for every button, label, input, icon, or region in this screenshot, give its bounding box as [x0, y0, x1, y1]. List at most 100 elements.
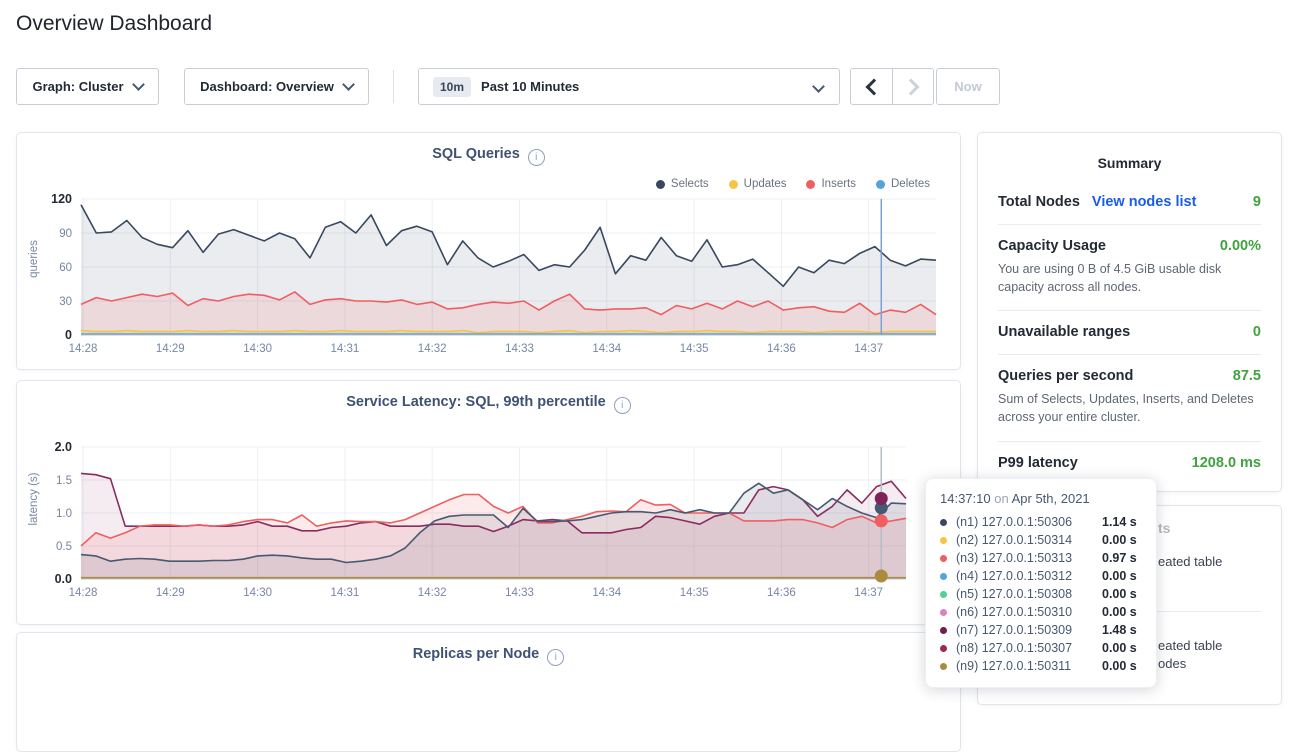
- tooltip-node-row: (n4) 127.0.0.1:503120.00 s: [940, 567, 1142, 585]
- svg-text:14:31: 14:31: [331, 343, 360, 355]
- event-item[interactable]: odes: [1158, 656, 1186, 671]
- summary-row-p99: P99 latency 1208.0 ms: [998, 442, 1261, 471]
- svg-text:14:32: 14:32: [418, 343, 447, 355]
- replicas-per-node-card: Replicas per Node i: [16, 632, 961, 752]
- dashboard-dropdown-label: Dashboard: Overview: [200, 79, 334, 94]
- tooltip-on: on: [994, 491, 1008, 506]
- tooltip-timestamp: 14:37:10 on Apr 5th, 2021: [940, 491, 1142, 506]
- svg-text:0.0: 0.0: [55, 572, 72, 586]
- service-latency-chart[interactable]: 14:2814:2914:3014:3114:3214:3314:3414:35…: [17, 381, 962, 626]
- node-color-dot-icon: [940, 555, 947, 562]
- time-nav-group: [850, 68, 934, 105]
- summary-row-qps: Queries per second 87.5: [998, 355, 1261, 384]
- svg-text:14:30: 14:30: [243, 587, 272, 599]
- node-address: (n9) 127.0.0.1:50311: [956, 659, 1102, 673]
- toolbar-divider: [393, 70, 394, 103]
- capacity-label: Capacity Usage: [998, 238, 1106, 254]
- event-item[interactable]: eated table: [1158, 554, 1222, 569]
- tooltip-node-row: (n3) 127.0.0.1:503130.97 s: [940, 549, 1142, 567]
- chart-hover-tooltip: 14:37:10 on Apr 5th, 2021 (n1) 127.0.0.1…: [925, 478, 1157, 688]
- capacity-value: 0.00%: [1220, 238, 1261, 254]
- now-button[interactable]: Now: [936, 68, 1000, 105]
- tooltip-node-row: (n5) 127.0.0.1:503080.00 s: [940, 585, 1142, 603]
- node-latency-value: 0.00 s: [1102, 641, 1137, 655]
- svg-text:120: 120: [51, 192, 72, 206]
- service-latency-card: Service Latency: SQL, 99th percentilei l…: [16, 380, 961, 625]
- time-back-button[interactable]: [851, 69, 892, 104]
- unavailable-ranges-label: Unavailable ranges: [998, 324, 1130, 340]
- qps-label: Queries per second: [998, 368, 1133, 384]
- event-item[interactable]: eated table: [1158, 638, 1222, 653]
- qps-value: 87.5: [1233, 368, 1261, 384]
- now-button-label: Now: [954, 79, 981, 94]
- node-latency-value: 1.48 s: [1102, 623, 1137, 637]
- node-latency-value: 0.00 s: [1102, 533, 1137, 547]
- qps-desc: Sum of Selects, Updates, Inserts, and De…: [998, 390, 1261, 426]
- svg-text:2.0: 2.0: [55, 440, 72, 454]
- page-title: Overview Dashboard: [16, 12, 212, 36]
- time-range-dropdown[interactable]: 10m Past 10 Minutes: [418, 68, 840, 105]
- svg-text:14:35: 14:35: [680, 343, 709, 355]
- svg-text:14:35: 14:35: [680, 587, 709, 599]
- summary-row-capacity: Capacity Usage 0.00%: [998, 225, 1261, 254]
- info-icon[interactable]: i: [547, 649, 564, 666]
- node-color-dot-icon: [940, 645, 947, 652]
- chevron-left-icon: [865, 78, 882, 95]
- node-latency-value: 0.00 s: [1102, 587, 1137, 601]
- tooltip-node-row: (n6) 127.0.0.1:503100.00 s: [940, 603, 1142, 621]
- time-forward-button[interactable]: [892, 69, 933, 104]
- summary-title: Summary: [998, 155, 1261, 171]
- node-latency-value: 0.00 s: [1102, 659, 1137, 673]
- total-nodes-label: Total Nodes: [998, 194, 1080, 210]
- svg-text:14:34: 14:34: [592, 587, 621, 599]
- tooltip-node-row: (n7) 127.0.0.1:503091.48 s: [940, 621, 1142, 639]
- chevron-down-icon: [342, 78, 355, 91]
- summary-row-unavailable-ranges: Unavailable ranges 0: [998, 311, 1261, 340]
- p99-label: P99 latency: [998, 455, 1078, 471]
- capacity-desc: You are using 0 B of 4.5 GiB usable disk…: [998, 260, 1261, 296]
- chevron-down-icon: [812, 80, 825, 93]
- node-latency-value: 0.97 s: [1102, 551, 1137, 565]
- dashboard-dropdown[interactable]: Dashboard: Overview: [184, 68, 369, 105]
- node-address: (n4) 127.0.0.1:50312: [956, 569, 1102, 583]
- tooltip-node-row: (n1) 127.0.0.1:503061.14 s: [940, 513, 1142, 531]
- svg-text:1.5: 1.5: [56, 475, 72, 487]
- svg-text:1.0: 1.0: [56, 508, 72, 520]
- node-latency-value: 0.00 s: [1102, 605, 1137, 619]
- p99-value: 1208.0 ms: [1192, 455, 1261, 471]
- graph-dropdown[interactable]: Graph: Cluster: [16, 68, 159, 105]
- svg-text:14:32: 14:32: [418, 587, 447, 599]
- summary-card: Summary Total Nodes View nodes list 9 Ca…: [977, 132, 1282, 492]
- chart-title-text: Replicas per Node: [413, 646, 540, 662]
- svg-text:0.5: 0.5: [56, 541, 72, 553]
- sql-queries-chart[interactable]: 14:28 14:29 14:30 14:31 14:32 14:33 14:34 14:35…: [17, 133, 962, 371]
- node-address: (n2) 127.0.0.1:50314: [956, 533, 1102, 547]
- chevron-down-icon: [132, 78, 145, 91]
- svg-text:14:37: 14:37: [854, 343, 883, 355]
- events-heading-fragment: ts: [1158, 520, 1170, 536]
- time-range-badge: 10m: [433, 77, 471, 97]
- svg-text:14:29: 14:29: [156, 587, 185, 599]
- svg-text:14:31: 14:31: [331, 587, 360, 599]
- tooltip-date: Apr 5th, 2021: [1012, 491, 1090, 506]
- svg-text:14:28: 14:28: [69, 343, 98, 355]
- svg-text:14:30: 14:30: [243, 343, 272, 355]
- node-address: (n5) 127.0.0.1:50308: [956, 587, 1102, 601]
- node-address: (n6) 127.0.0.1:50310: [956, 605, 1102, 619]
- total-nodes-value: 9: [1253, 194, 1261, 210]
- node-color-dot-icon: [940, 609, 947, 616]
- svg-text:14:34: 14:34: [592, 343, 621, 355]
- svg-text:60: 60: [59, 262, 72, 274]
- sql-queries-card: SQL Queriesi SelectsUpdatesInsertsDelete…: [16, 132, 961, 370]
- node-address: (n7) 127.0.0.1:50309: [956, 623, 1102, 637]
- node-latency-value: 1.14 s: [1102, 515, 1137, 529]
- svg-text:14:33: 14:33: [505, 343, 534, 355]
- view-nodes-list-link[interactable]: View nodes list: [1092, 194, 1197, 210]
- tooltip-node-row: (n9) 127.0.0.1:503110.00 s: [940, 657, 1142, 675]
- node-color-dot-icon: [940, 591, 947, 598]
- svg-text:14:29: 14:29: [156, 343, 185, 355]
- node-address: (n1) 127.0.0.1:50306: [956, 515, 1102, 529]
- svg-text:14:36: 14:36: [767, 587, 796, 599]
- svg-text:30: 30: [59, 296, 72, 308]
- node-address: (n3) 127.0.0.1:50313: [956, 551, 1102, 565]
